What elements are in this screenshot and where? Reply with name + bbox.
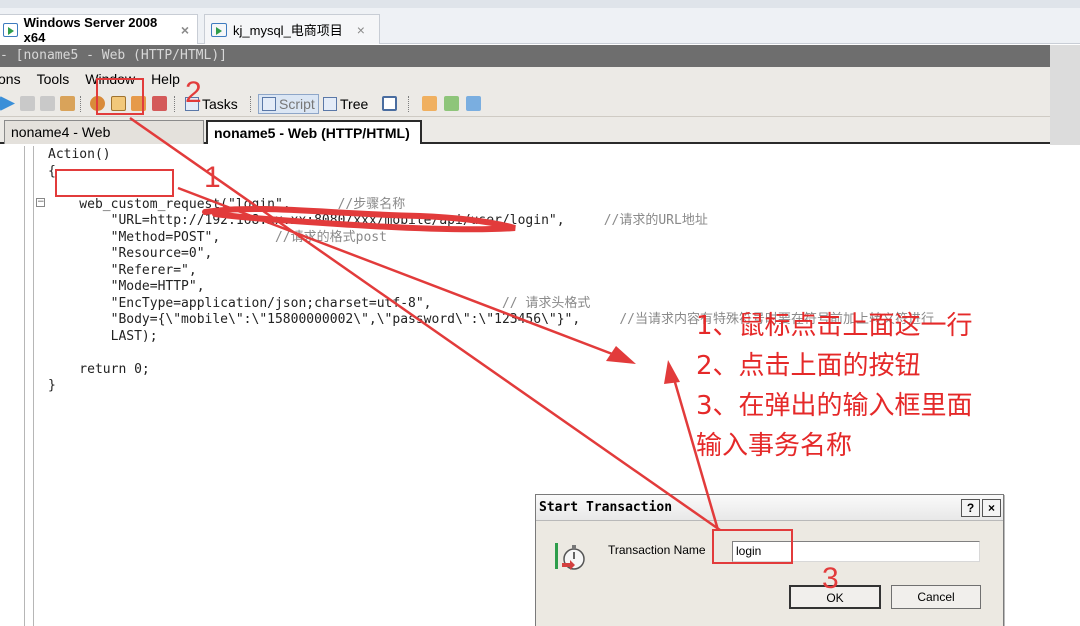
code-line[interactable]: "Referer=", (48, 263, 197, 279)
code-text: "Body={\"mobile\":\"15800000002\",\"pass… (48, 312, 620, 327)
annotation-box-toolbar-button (96, 78, 144, 115)
code-line[interactable]: "Resource=0", (48, 246, 213, 262)
tree-view-button[interactable]: Tree (320, 94, 371, 114)
tree-label: Tree (340, 96, 369, 112)
toolbar-separator (174, 96, 176, 112)
code-line[interactable]: web_custom_request("login", //步骤名称 (48, 197, 405, 213)
toolbar: Tasks Script Tree (0, 91, 1050, 117)
script-view-button[interactable]: Script (258, 94, 319, 114)
gutter-border (24, 146, 25, 626)
desktop-background (1050, 45, 1080, 145)
code-line[interactable]: "Method=POST", //请求的格式post (48, 230, 387, 246)
insert-function-icon[interactable] (152, 96, 167, 111)
toolbar-separator (80, 96, 82, 112)
window-title-bar: - [noname5 - Web (HTTP/HTML)] (0, 45, 1050, 67)
tree-icon (323, 97, 337, 111)
code-text: "URL=http://192.168.xx.xx:8080/xxx/mobil… (48, 213, 604, 228)
code-text: "EncType=application/json;charset=utf-8"… (48, 295, 502, 311)
pause-icon[interactable] (40, 96, 55, 111)
annotation-number-1: 1 (204, 161, 221, 194)
code-text: "Resource=0", (48, 246, 213, 261)
code-line[interactable]: LAST); (48, 329, 158, 345)
menu-tools[interactable]: Tools (37, 71, 70, 87)
doc-tab-noname5[interactable]: noname5 - Web (HTTP/HTML) (206, 120, 422, 144)
code-text: "Mode=HTTP", (48, 279, 205, 294)
annotation-step-3: 3、在弹出的输入框里面 (696, 391, 973, 421)
gutter-border (33, 146, 34, 626)
menu-help[interactable]: Help (151, 71, 180, 87)
annotation-box-code-line (55, 169, 174, 197)
code-comment: //请求的URL地址 (603, 213, 708, 228)
snapshot-icon[interactable] (382, 96, 397, 111)
code-line[interactable]: "URL=http://192.168.xx.xx:8080/xxx/mobil… (48, 213, 708, 229)
code-text: web_custom_request("login", (48, 196, 338, 212)
compare-icon[interactable] (444, 96, 459, 111)
transaction-name-label: Transaction Name (608, 543, 706, 557)
browser-tab-kj-mysql[interactable]: kj_mysql_电商项目 × (204, 14, 380, 44)
stop-icon[interactable] (20, 96, 35, 111)
code-text: "Method=POST", (48, 229, 275, 245)
dialog-title-bar: Start Transaction ? × (536, 495, 1003, 521)
code-text: LAST); (48, 328, 158, 344)
code-text: Action() (48, 147, 111, 162)
menu-options[interactable]: ons (0, 71, 21, 87)
code-comment: // 请求头格式 (501, 295, 591, 311)
close-button[interactable]: × (982, 499, 1001, 517)
script-label: Script (279, 96, 315, 112)
annotation-number-3: 3 (822, 562, 839, 595)
code-line[interactable]: } (48, 378, 56, 394)
code-line[interactable]: "Mode=HTTP", (48, 279, 205, 295)
tasks-label: Tasks (202, 96, 238, 112)
doc-tab-noname4[interactable]: noname4 - Web (HTTP/HTML) (4, 120, 204, 162)
close-icon[interactable]: × (357, 22, 365, 38)
annotation-step-3-cont: 输入事务名称 (696, 431, 853, 461)
browser-tab-strip: Windows Server 2008 x64 × kj_mysql_电商项目 … (0, 0, 1080, 45)
menu-bar: ons Tools Window Help (0, 67, 1050, 91)
browser-tab-label: kj_mysql_电商项目 (233, 23, 343, 38)
toolbar-separator (250, 96, 252, 112)
browser-tab-windows-server[interactable]: Windows Server 2008 x64 × (0, 14, 198, 45)
fold-toggle-icon[interactable]: − (36, 198, 45, 207)
step-icon[interactable] (60, 96, 75, 111)
layout-icon[interactable] (466, 96, 481, 111)
stopwatch-icon (555, 543, 585, 570)
annotation-number-2: 2 (185, 76, 202, 109)
cancel-button[interactable]: Cancel (891, 585, 981, 609)
vm-icon (211, 22, 227, 37)
code-line[interactable]: return 0; (48, 361, 150, 378)
code-line[interactable]: Action() (48, 147, 111, 163)
code-comment: //步骤名称 (337, 196, 406, 212)
close-icon[interactable]: × (181, 22, 189, 38)
code-text: } (48, 378, 56, 393)
dialog-title: Start Transaction (539, 500, 673, 515)
code-line[interactable]: "EncType=application/json;charset=utf-8"… (48, 295, 591, 312)
run-icon[interactable] (0, 96, 15, 111)
code-text: return 0; (48, 361, 150, 377)
toolbar-separator (408, 96, 410, 112)
vm-icon (3, 22, 18, 37)
tab-strip-top (0, 0, 1080, 8)
view-icon[interactable] (422, 96, 437, 111)
annotation-box-input (712, 529, 793, 564)
annotation-step-2: 2、点击上面的按钮 (696, 351, 921, 381)
annotation-step-1: 1、鼠标点击上面这一行 (696, 311, 973, 341)
code-comment: //请求的格式post (274, 229, 387, 245)
code-text: "Referer=", (48, 262, 197, 278)
window-title: - [noname5 - Web (HTTP/HTML)] (0, 48, 227, 63)
document-tabs: noname4 - Web (HTTP/HTML) noname5 - Web … (0, 117, 1050, 162)
browser-tab-label: Windows Server 2008 x64 (23, 14, 158, 45)
help-button[interactable]: ? (961, 499, 980, 517)
script-icon (262, 97, 276, 111)
